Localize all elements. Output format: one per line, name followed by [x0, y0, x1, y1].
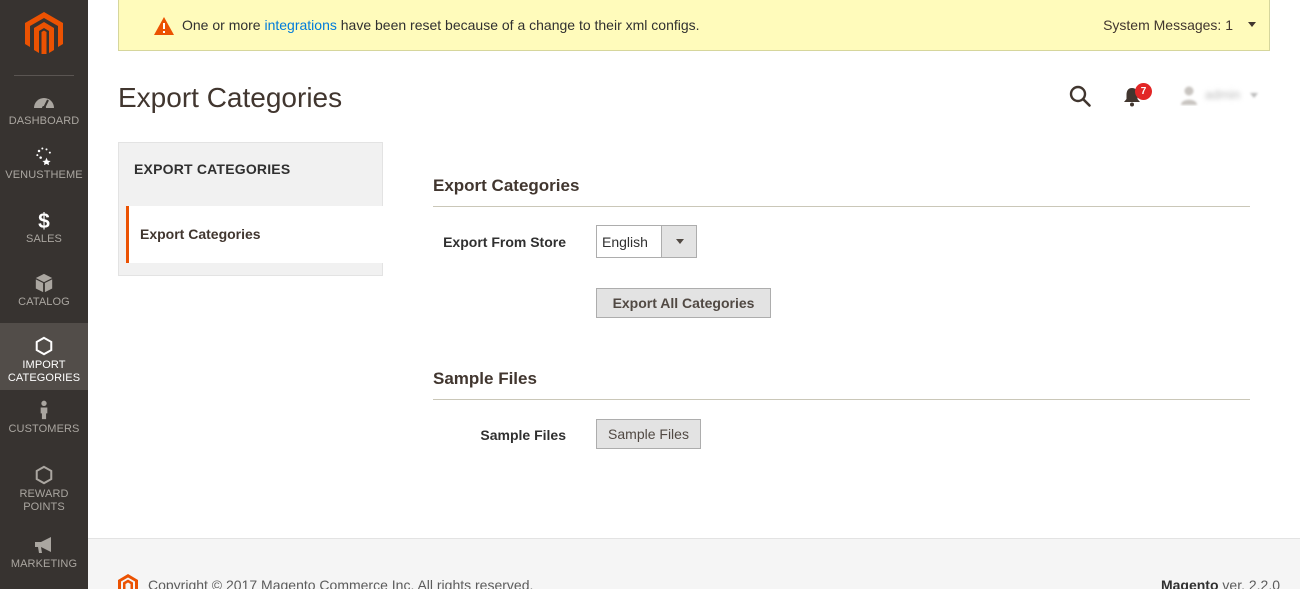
svg-text:$: $ — [38, 210, 50, 230]
sidebar-item-label: DASHBOARD — [8, 115, 80, 127]
sidebar-item-sales[interactable]: $ SALES — [0, 210, 88, 260]
footer-copyright: Copyright © 2017 Magento Commerce Inc. A… — [148, 577, 534, 589]
box-icon — [35, 273, 53, 293]
samples-section-title: Sample Files — [433, 369, 537, 388]
footer-version: Magento ver. 2.2.0 — [1161, 577, 1280, 589]
chevron-down-icon[interactable] — [1250, 93, 1258, 98]
user-avatar-icon[interactable] — [1178, 84, 1200, 106]
sidebar-item-label: REWARD POINTS — [19, 488, 69, 513]
search-icon[interactable] — [1068, 84, 1092, 108]
system-message-prefix: One or more — [182, 17, 265, 33]
notifications-badge[interactable]: 7 — [1135, 83, 1152, 100]
sidebar-item-dashboard[interactable]: DASHBOARD — [0, 92, 88, 142]
warning-icon — [154, 17, 174, 35]
footer-brand: Magento — [1160, 577, 1219, 589]
section-divider — [433, 206, 1250, 207]
tabs-panel: EXPORT CATEGORIES Export Categories — [118, 142, 383, 276]
system-messages-counter[interactable]: System Messages: 1 — [1103, 17, 1233, 33]
megaphone-icon — [35, 537, 51, 553]
export-all-categories-button[interactable]: Export All Categories — [596, 288, 771, 318]
chevron-down-icon[interactable] — [1248, 22, 1256, 27]
header-actions: 7 admin — [1060, 82, 1280, 112]
integrations-link[interactable]: integrations — [264, 17, 336, 33]
sidebar-item-import-categories[interactable]: IMPORT CATEGORIES — [0, 323, 88, 390]
tab-export-categories[interactable]: Export Categories — [126, 206, 383, 263]
dollar-icon: $ — [38, 210, 50, 230]
sidebar-item-customers[interactable]: CUSTOMERS — [0, 400, 88, 450]
sidebar-item-marketing[interactable]: MARKETING — [0, 535, 88, 585]
tab-label: Export Categories — [140, 226, 261, 242]
tabs-title: EXPORT CATEGORIES — [134, 161, 291, 177]
hexagon-icon — [35, 465, 53, 485]
sidebar-item-venustheme[interactable]: VENUSTHEME — [0, 146, 88, 196]
sidebar-item-label: IMPORT CATEGORIES — [7, 359, 81, 384]
page-footer: Copyright © 2017 Magento Commerce Inc. A… — [88, 538, 1300, 589]
sidebar-item-label: CATALOG — [18, 296, 70, 308]
sidebar-item-label: SALES — [26, 233, 62, 245]
sparkle-icon — [36, 147, 51, 166]
store-select-value: English — [602, 234, 648, 250]
sidebar-item-catalog[interactable]: CATALOG — [0, 273, 88, 323]
sidebar-item-label: CUSTOMERS — [8, 423, 80, 435]
section-divider — [433, 399, 1250, 400]
admin-sidebar: DASHBOARD VENUSTHEME $ SALES CATALOG IMP… — [0, 0, 88, 589]
export-section-title: Export Categories — [433, 176, 580, 195]
chevron-down-icon[interactable] — [661, 226, 696, 257]
user-name[interactable]: admin — [1205, 87, 1240, 102]
hexagon-icon — [35, 336, 53, 356]
system-message-bar: One or more integrations have been reset… — [118, 0, 1270, 51]
system-message-suffix: have been reset because of a change to t… — [336, 17, 700, 33]
sidebar-item-label: VENUSTHEME — [5, 169, 83, 181]
export-store-label: Export From Store — [443, 234, 566, 250]
sidebar-item-label: MARKETING — [10, 558, 78, 570]
system-message-text: One or more integrations have been reset… — [182, 17, 700, 33]
speedometer-icon — [34, 98, 54, 110]
logo-divider — [14, 75, 74, 76]
sample-files-label: Sample Files — [480, 427, 566, 443]
sidebar-item-reward-points[interactable]: REWARD POINTS — [0, 465, 88, 520]
page-title: Export Categories — [118, 82, 343, 113]
footer-version-text: ver. 2.2.0 — [1218, 577, 1280, 589]
magento-logo-icon[interactable] — [25, 12, 63, 54]
sample-files-button[interactable]: Sample Files — [596, 419, 701, 449]
store-select[interactable]: English — [596, 225, 697, 258]
person-icon — [40, 400, 48, 420]
magento-logo-icon — [118, 574, 138, 589]
